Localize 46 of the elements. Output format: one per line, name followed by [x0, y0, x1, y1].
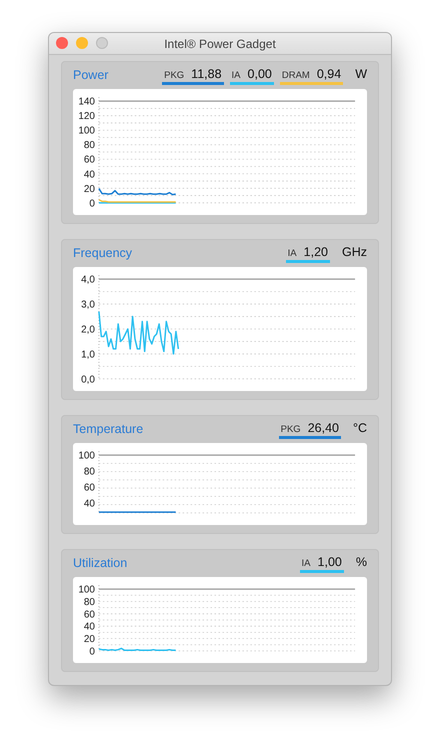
reading-label: IA [302, 558, 311, 569]
reading-value: 0,00 [248, 67, 272, 81]
panel-title: Temperature [73, 422, 144, 436]
unit-label: W [354, 67, 367, 81]
reading-value: 11,88 [191, 67, 222, 81]
window-title: Intel® Power Gadget [164, 36, 276, 50]
panel-title: Power [73, 68, 108, 82]
axis-label: 0 [89, 198, 95, 210]
reading-label: DRAM [282, 70, 310, 81]
axis-label: 3,0 [81, 300, 95, 311]
axis-label: 4,0 [81, 274, 95, 286]
axis-label: 80 [84, 596, 95, 608]
axis-label: 80 [84, 140, 95, 152]
axis-label: 40 [84, 622, 95, 633]
axis-label: 0 [89, 646, 95, 658]
axis-label: 60 [84, 482, 95, 494]
axis-label: 120 [78, 111, 95, 122]
axis-label: 100 [78, 450, 95, 462]
axis-label: 100 [78, 126, 95, 137]
minimize-button[interactable] [76, 37, 88, 49]
reading-value: 1,00 [318, 555, 342, 569]
axis-label: 100 [78, 584, 95, 596]
reading-label: PKG [280, 424, 301, 435]
axis-label: 1,0 [81, 349, 95, 360]
axis-label: 20 [84, 184, 95, 195]
axis-label: 2,0 [81, 324, 95, 336]
axis-label: 20 [84, 634, 95, 646]
unit-label: GHz [341, 245, 367, 259]
axis-label: 140 [78, 96, 95, 108]
reading-label: IA [232, 70, 241, 81]
panel-title: Frequency [73, 246, 132, 260]
unit-label: °C [352, 421, 367, 435]
axis-label: 60 [84, 154, 95, 166]
reading-value: 1,20 [304, 245, 328, 259]
axis-label: 40 [84, 498, 95, 510]
close-button[interactable] [56, 37, 68, 49]
axis-label: 60 [84, 609, 95, 620]
reading-label: PKG [164, 70, 184, 81]
unit-label: % [354, 555, 367, 569]
reading-value: 26,40 [308, 421, 339, 435]
axis-label: 0,0 [81, 374, 95, 386]
axis-label: 80 [84, 466, 95, 478]
reading-label: IA [288, 248, 297, 259]
panel-title: Utilization [73, 556, 128, 570]
reading-value: 0,94 [316, 67, 342, 81]
axis-label: 40 [84, 169, 95, 180]
